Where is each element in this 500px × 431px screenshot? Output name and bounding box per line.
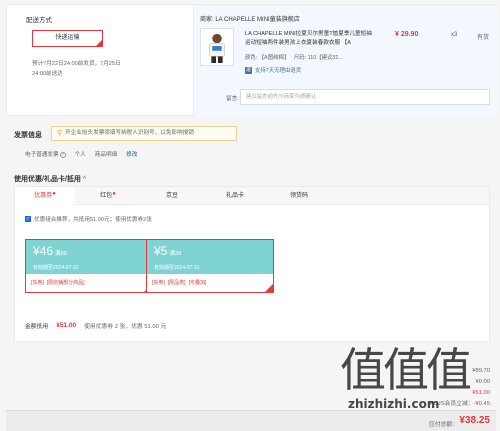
coupon-tags: [东券] [限店铺部分商品] (31, 280, 85, 286)
coupon-validity: 有效期至2024-07-31 (154, 265, 200, 271)
coupon-validity: 有效期至2024-07-31 (33, 265, 79, 271)
product-price: ¥ 29.90 (395, 31, 419, 38)
pay-total-amount: ¥38.25 (459, 415, 490, 426)
invoice-title-type: 个人 (74, 152, 86, 158)
store-name: 商家: LA CHAPELLE MINI童装旗舰店 (200, 17, 300, 23)
tab-dot-indicator: ● (112, 191, 116, 197)
tab-gift-card[interactable]: 礼品卡 (205, 187, 265, 205)
coupon-summary: 金额抵用 ¥51.00 使用优惠券 2 张，优惠 51.00 元 (25, 322, 167, 330)
shipping-estimate: 预计7月22日24:00前发货，7月25日 24:00前送达 (32, 61, 121, 77)
tab-pickup-code[interactable]: 领货码 (269, 187, 329, 205)
remark-label: 留言: (226, 96, 239, 102)
product-stock-status: 有货 (477, 35, 490, 41)
product-title[interactable]: LA CHAPELLE MINI拉夏贝尔男童T恤夏季儿童短袖运动短袖两件装男孩上… (245, 30, 377, 48)
coupon-panel: 优惠券● 红包● 京豆 礼品卡 领货码 ✓ 优惠组合推荐，共抵用51.00元；使… (14, 186, 490, 342)
invoice-info-row: 电子普通发票? 个人 商品明细 修改 (25, 150, 137, 158)
remark-input[interactable]: 建议留言前先与商家沟通确认 (240, 89, 490, 105)
coupon-tabs: 优惠券● 红包● 京豆 礼品卡 领货码 (15, 187, 489, 205)
site-watermark: 值值值 zhizhizhi.com (340, 345, 490, 415)
combo-recommendation[interactable]: ✓ 优惠组合推荐，共抵用51.00元；使用优惠券2张 (25, 215, 152, 223)
watermark-logo: 值值值 (340, 343, 472, 397)
product-quantity: x3 (451, 32, 458, 38)
store-item-section: 商家: LA CHAPELLE MINI童装旗舰店 LA CHAPELLE MI… (193, 5, 497, 117)
tab-red-packets[interactable]: 红包● (78, 187, 138, 205)
coupon-face: ¥5 满39 有效期至2024-07-31 (147, 240, 273, 274)
pay-total-label: 应付总额： (429, 422, 458, 428)
checkbox-checked-icon[interactable]: ✓ (25, 216, 31, 222)
location-pin-icon: ⚲ (57, 130, 63, 137)
invoice-heading: 发票信息 (14, 132, 42, 139)
tab-jingdou[interactable]: 京豆 (142, 187, 202, 205)
coupon-amount: ¥5 满39 (154, 244, 182, 258)
coupon-face: ¥46 满89 有效期至2024-07-31 (26, 240, 152, 274)
watermark-url: zhizhizhi.com (348, 397, 440, 411)
invoice-tip: ⚲ 开企业抬头发票须填写纳税人识别号，以免影响报销 (51, 126, 237, 141)
help-icon[interactable]: ? (59, 152, 66, 158)
coupon-summary-detail: 使用优惠券 2 张，优惠 51.00 元 (84, 324, 167, 330)
coupon-card[interactable]: ¥46 满89 有效期至2024-07-31 [东券] [限店铺部分商品] (25, 239, 153, 293)
invoice-type: 电子普通发票? (25, 152, 66, 158)
return-icon: 退 (245, 66, 252, 74)
chevron-up-icon[interactable]: ^ (83, 176, 86, 183)
coupon-summary-amount: ¥51.00 (56, 322, 77, 329)
shipping-section: 配送方式 快递运输 预计7月22日24:00前发货，7月25日 24:00前送达 (7, 5, 185, 117)
invoice-content: 商品明细 (94, 152, 118, 158)
tab-dot-indicator: ● (52, 191, 56, 197)
invoice-edit-link[interactable]: 修改 (126, 150, 137, 158)
product-photo-icon (201, 29, 233, 65)
shipping-title: 配送方式 (26, 17, 52, 24)
shipping-method-button[interactable]: 快递运输 (32, 30, 103, 47)
order-panel: 配送方式 快递运输 预计7月22日24:00前发货，7月25日 24:00前送达… (6, 4, 497, 117)
coupon-heading[interactable]: 使用优惠/礼品卡/抵用 ^ (14, 174, 86, 184)
checkout-bar: 应付总额： ¥38.25 (6, 410, 496, 431)
tab-coupons[interactable]: 优惠券● (15, 187, 75, 205)
product-image[interactable] (200, 28, 234, 66)
coupon-tags: [东券] [限品类] [可叠加] (152, 280, 207, 286)
return-policy-badge: 退 支持7天无理由退货 (245, 66, 302, 74)
coupon-amount: ¥46 满89 (33, 244, 67, 258)
selected-corner-icon (265, 284, 273, 292)
product-spec: 颜色: 【A图纯棉】 尺码: 110【建议32... (245, 55, 343, 61)
coupon-card[interactable]: ¥5 满39 有效期至2024-07-31 [东券] [限品类] [可叠加] (146, 239, 274, 293)
